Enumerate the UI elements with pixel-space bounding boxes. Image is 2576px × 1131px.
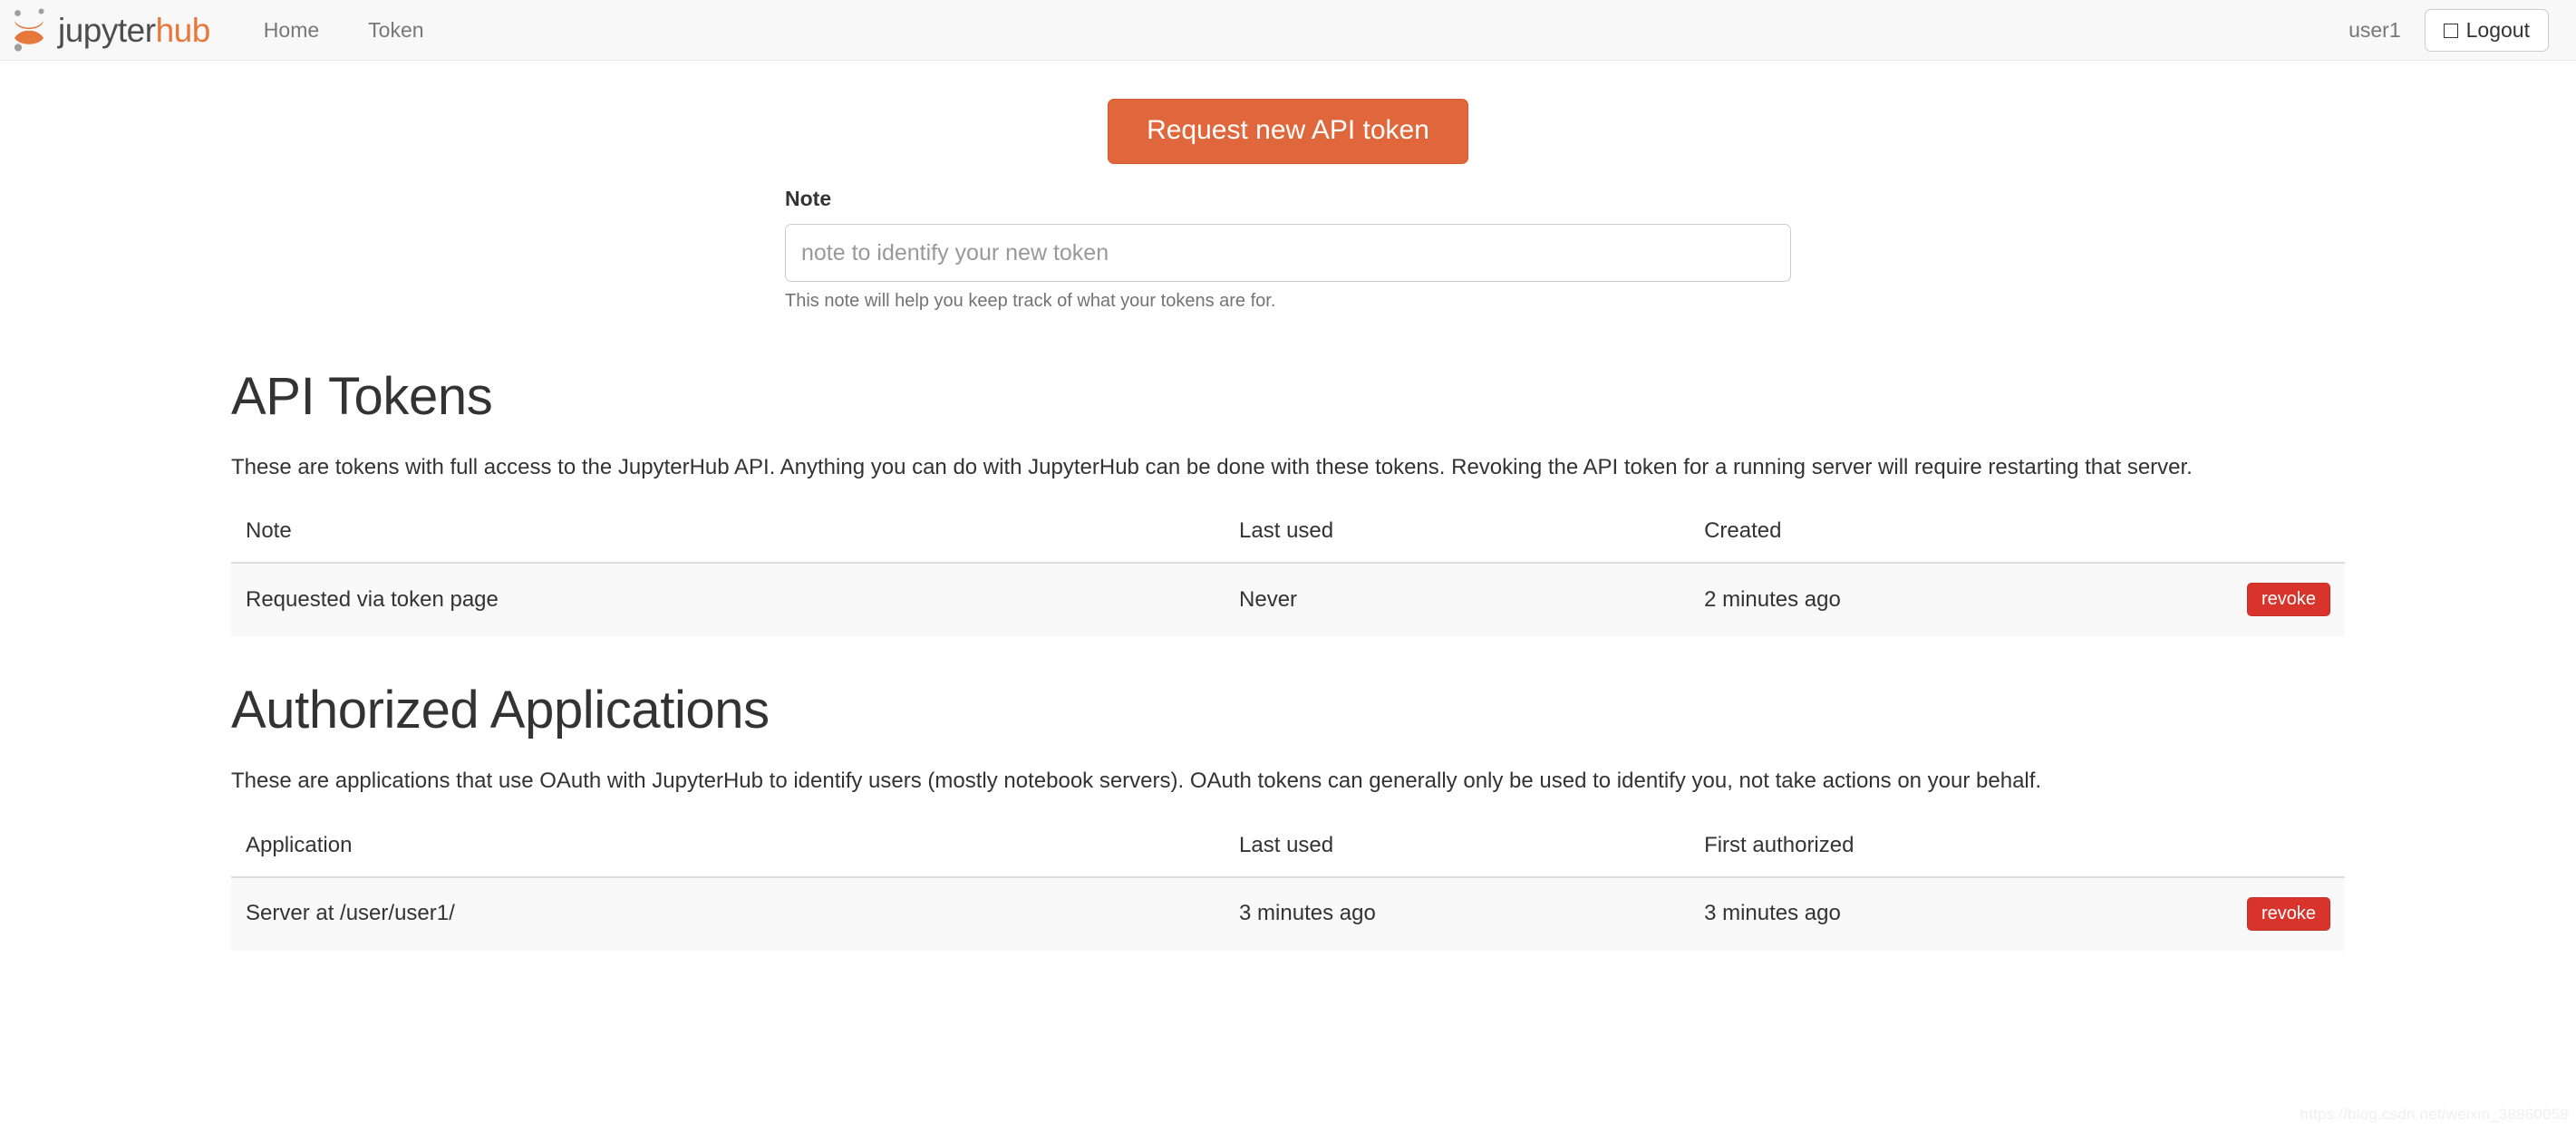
cell-token-action: revoke xyxy=(2155,562,2345,637)
column-header-last-used: Last used xyxy=(1225,506,1690,565)
sign-out-icon xyxy=(2443,24,2458,38)
column-header-note: Note xyxy=(231,506,1225,565)
column-header-actions xyxy=(2155,819,2345,878)
column-header-actions xyxy=(2155,506,2345,565)
authorized-applications-section: Authorized Applications These are applic… xyxy=(231,681,2345,951)
cell-application-last-used: 3 minutes ago xyxy=(1225,876,1690,951)
table-row: Requested via token page Never 2 minutes… xyxy=(231,562,2345,637)
api-tokens-table-body: Requested via token page Never 2 minutes… xyxy=(231,562,2345,637)
column-header-first-authorized: First authorized xyxy=(1690,819,2155,878)
authorized-applications-table-body: Server at /user/user1/ 3 minutes ago 3 m… xyxy=(231,876,2345,951)
main-container: Request new API token Note This note wil… xyxy=(231,61,2345,951)
cell-application-action: revoke xyxy=(2155,876,2345,951)
logout-button[interactable]: Logout xyxy=(2424,8,2549,52)
nav-link-home[interactable]: Home xyxy=(239,0,344,61)
api-tokens-section: API Tokens These are tokens with full ac… xyxy=(231,367,2345,637)
nav-links: Home Token xyxy=(239,0,449,60)
cell-token-created: 2 minutes ago xyxy=(1690,562,2155,637)
nav-link-token[interactable]: Token xyxy=(344,0,448,61)
cell-token-note: Requested via token page xyxy=(231,562,1225,637)
table-row: Server at /user/user1/ 3 minutes ago 3 m… xyxy=(231,876,2345,951)
table-header-row: Note Last used Created xyxy=(231,506,2345,565)
current-username: user1 xyxy=(2348,17,2401,42)
brand-text-jupyter: jupyter xyxy=(58,11,156,49)
authorized-applications-heading: Authorized Applications xyxy=(231,681,770,740)
table-header-row: Application Last used First authorized xyxy=(231,819,2345,878)
note-help-text: This note will help you keep track of wh… xyxy=(785,291,1276,311)
brand-link[interactable]: jupyterhub xyxy=(7,6,210,53)
note-form-group: Note This note will help you keep track … xyxy=(785,187,1791,312)
token-request-form: Request new API token Note This note wil… xyxy=(785,61,1791,312)
request-new-api-token-button[interactable]: Request new API token xyxy=(1108,99,1468,164)
revoke-application-button[interactable]: revoke xyxy=(2246,896,2330,931)
brand-text-hub: hub xyxy=(155,11,211,49)
watermark-text: https://blog.csdn.net/weixin_38860058 xyxy=(2300,1106,2569,1123)
navbar-right-group: user1 Logout xyxy=(2325,8,2549,52)
authorized-applications-description: These are applications that use OAuth wi… xyxy=(231,768,2042,794)
note-input[interactable] xyxy=(785,224,1791,282)
revoke-token-button[interactable]: revoke xyxy=(2246,583,2330,617)
cell-application-name: Server at /user/user1/ xyxy=(231,876,1225,951)
logout-button-label: Logout xyxy=(2465,17,2530,42)
note-label: Note xyxy=(785,187,832,210)
column-header-application: Application xyxy=(231,819,1225,878)
jupyter-logo-icon xyxy=(11,6,53,53)
brand-text: jupyterhub xyxy=(58,14,210,47)
cell-application-first-authorized: 3 minutes ago xyxy=(1690,876,2155,951)
column-header-created: Created xyxy=(1690,506,2155,565)
column-header-last-used: Last used xyxy=(1225,819,1690,878)
authorized-applications-table-head: Application Last used First authorized xyxy=(231,819,2345,878)
api-tokens-heading: API Tokens xyxy=(231,367,493,426)
api-tokens-table-head: Note Last used Created xyxy=(231,506,2345,565)
authorized-applications-table: Application Last used First authorized S… xyxy=(231,819,2345,951)
top-navbar: jupyterhub Home Token user1 Logout xyxy=(0,0,2576,61)
cell-token-last-used: Never xyxy=(1225,562,1690,637)
api-tokens-description: These are tokens with full access to the… xyxy=(231,454,2193,479)
api-tokens-table: Note Last used Created Requested via tok… xyxy=(231,506,2345,637)
